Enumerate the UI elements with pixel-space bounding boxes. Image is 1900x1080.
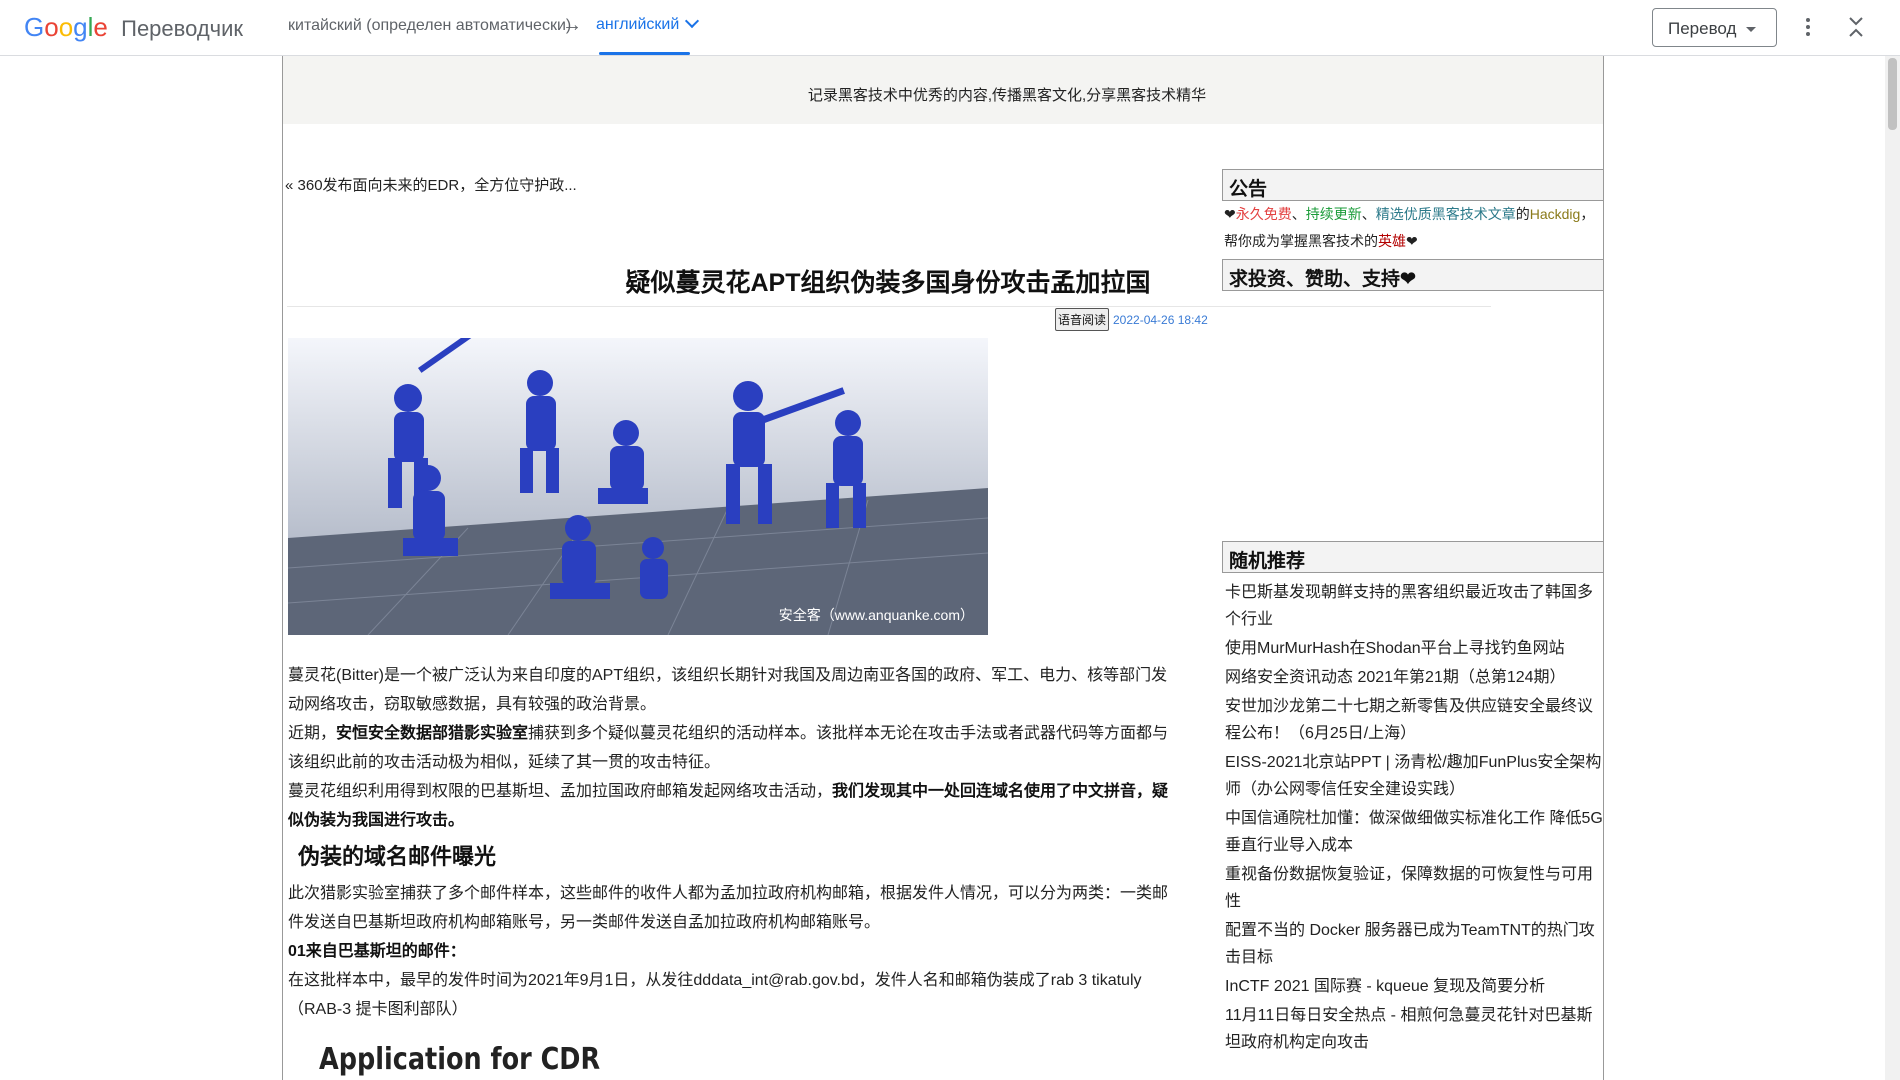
bold-text: 01来自巴基斯坦的邮件： [288,943,466,960]
article-paragraph: 蔓灵花组织利用得到权限的巴基斯坦、孟加拉国政府邮箱发起网络攻击活动，我们发现其中… [288,777,1173,835]
random-item-link[interactable]: 安世加沙龙第二十七期之新零售及供应链安全最终议程公布！（6月25日/上海） [1225,693,1603,747]
article-paragraph: 此次猎影实验室捕获了多个邮件样本，这些邮件的收件人都为孟加拉政府机构邮箱，根据发… [288,885,1169,931]
toy-soldiers-illustration [288,338,988,635]
random-item-link[interactable]: 中国信通院杜加懂：做深做细做实标准化工作 降低5G垂直行业导入成本 [1225,805,1603,859]
notice-free: 永久免费 [1235,206,1292,222]
dropdown-caret-icon [1746,27,1756,32]
random-item-link[interactable]: InCTF 2021 国际赛 - kqueue 复现及简要分析 [1225,973,1603,1000]
heart-icon: ❤ [1406,233,1418,249]
support-area [1222,291,1603,541]
random-item-link[interactable]: 使用MurMurHash在Shodan平台上寻找钓鱼网站 [1225,635,1603,662]
arrow-icon: → [562,14,582,36]
active-tab-indicator [599,52,690,55]
article-subheading: 01来自巴基斯坦的邮件： [288,937,1173,966]
product-name: Переводчик [121,16,244,41]
logo-letter: e [93,12,108,42]
site-tagline: 记录黑客技术中优秀的内容,传播黑客文化,分享黑客技术精华 [807,87,1207,104]
section-heading: 伪装的域名邮件曝光 [298,844,497,869]
image-watermark: 安全客（www.anquanke.com） [778,607,974,623]
google-translate-logo[interactable]: Google Переводчик [24,12,243,44]
article-body: 蔓灵花(Bitter)是一个被广泛认为来自印度的APT组织，该组织长期针对我国及… [288,661,1173,1024]
random-item-link[interactable]: EISS-2021北京站PPT | 汤青松/趣加FunPlus安全架构师（办公网… [1225,749,1603,803]
bold-text: 安恒安全数据部猎影实验室 [336,725,529,742]
collapse-icon[interactable] [1846,14,1866,40]
article-hero-image: 安全客（www.anquanke.com） [288,338,988,635]
article-paragraph: 蔓灵花(Bitter)是一个被广泛认为来自印度的APT组织，该组织长期针对我国及… [288,667,1168,713]
post-date: 2022-04-26 18:42 [1113,313,1208,327]
scrollbar-thumb[interactable] [1888,58,1897,130]
logo-letter: o [44,12,59,42]
notice-hero: 英雄 [1378,233,1406,249]
article-paragraph: 在这批样本中，最早的发件时间为2021年9月1日，从发往dddata_int@r… [288,972,1142,1018]
random-item-link[interactable]: 重视备份数据恢复验证，保障数据的可恢复性与可用性 [1225,861,1603,915]
listen-button[interactable]: 语音阅读 [1055,308,1110,331]
notice-text: ❤永久免费、持续更新、精选优质黑客技术文章的Hackdig，帮你成为掌握黑客技术… [1222,201,1603,255]
logo-letter: g [73,12,88,42]
brand-name: Hackdig [1529,206,1581,222]
random-item-link[interactable]: 网络安全资讯动态 2021年第21期（总第124期） [1225,664,1603,691]
separator: 、 [1291,206,1306,222]
more-vert-icon[interactable] [1798,16,1818,40]
source-language-tab[interactable]: китайский (определен автоматически) [288,17,571,35]
text-run: 的 [1515,206,1530,222]
notice-heading: 公告 [1222,169,1603,201]
separator: 、 [1361,206,1376,222]
heart-icon: ❤ [1224,206,1236,222]
sidebar: 公告 ❤永久免费、持续更新、精选优质黑客技术文章的Hackdig，帮你成为掌握黑… [1222,169,1603,1058]
target-language-tab[interactable]: английский [596,13,700,34]
chevron-down-icon [685,13,700,29]
support-heading: 求投资、赞助、支持❤ [1222,259,1603,291]
random-item-link[interactable]: 卡巴斯基发现朝鲜支持的黑客组织最近攻击了韩国多个行业 [1225,579,1603,633]
translate-toolbar: Google Переводчик китайский (определен а… [0,0,1900,56]
article-paragraph: 近期，安恒安全数据部猎影实验室捕获到多个疑似蔓灵花组织的活动样本。该批样本无论在… [288,719,1173,777]
notice-selected: 精选优质黑客技术文章 [1375,206,1516,222]
mode-select-label: Перевод [1668,19,1737,38]
logo-letter: G [24,12,45,42]
text-run: 蔓灵花组织利用得到权限的巴基斯坦、孟加拉国政府邮箱发起网络攻击活动， [288,783,833,800]
notice-updating: 持续更新 [1305,206,1362,222]
figure-heading-text: Application for CDR [319,1042,601,1077]
random-item-link[interactable]: 配置不当的 Docker 服务器已成为TeamTNT的热门攻击目标 [1225,917,1603,971]
text-run: 近期， [288,725,337,742]
random-list: 卡巴斯基发现朝鲜支持的黑客组织最近攻击了韩国多个行业 使用MurMurHash在… [1222,579,1603,1056]
translation-mode-select[interactable]: Перевод [1652,8,1777,47]
random-heading: 随机推荐 [1222,541,1603,573]
page-scrollbar[interactable] [1885,56,1900,1080]
random-item-link[interactable]: 11月11日每日安全热点 - 相煎何急蔓灵花针对巴基斯坦政府机构定向攻击 [1225,1002,1603,1056]
translated-page: 记录黑客技术中优秀的内容,传播黑客文化,分享黑客技术精华 « 360发布面向未来… [282,56,1604,1080]
prev-article-link[interactable]: « 360发布面向未来的EDR，全方位守护政... [285,174,577,195]
target-language-label: английский [596,16,680,33]
logo-letter: o [58,12,74,42]
